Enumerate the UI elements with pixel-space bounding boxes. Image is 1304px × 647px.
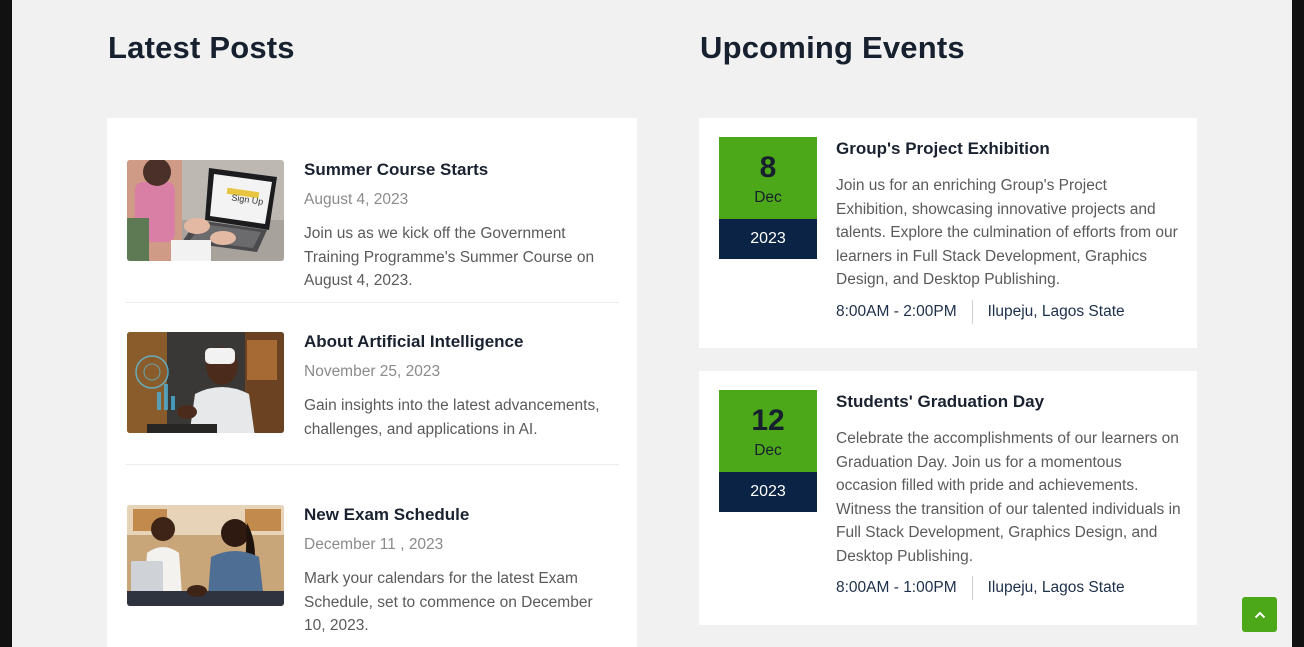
post-date: August 4, 2023 (304, 191, 409, 208)
event-time: 8:00AM - 2:00PM (836, 302, 957, 320)
post-date: November 25, 2023 (304, 363, 441, 380)
post-title[interactable]: Summer Course Starts (304, 160, 614, 180)
latest-posts-card: Sign Up Summer Course Starts August 4, 2… (107, 118, 637, 647)
post-title[interactable]: New Exam Schedule (304, 505, 614, 525)
event-day: 8 (759, 151, 777, 184)
scroll-to-top-button[interactable] (1242, 597, 1277, 632)
event-description: Join us for an enriching Group's Project… (836, 177, 1178, 288)
event-day: 12 (751, 404, 785, 437)
page: Latest Posts Upcoming Events Sign Up Sum… (12, 0, 1292, 647)
event-time: 8:00AM - 1:00PM (836, 579, 957, 596)
post-title[interactable]: About Artificial Intelligence (304, 332, 614, 352)
post-excerpt: Gain insights into the latest advancemen… (304, 397, 600, 438)
meta-separator (971, 576, 973, 600)
latest-posts-heading: Latest Posts (108, 30, 295, 65)
upcoming-events-heading: Upcoming Events (700, 30, 965, 65)
meta-separator (971, 299, 973, 324)
event-year: 2023 (719, 219, 817, 259)
event-month: Dec (754, 189, 782, 206)
post-excerpt: Join us as we kick off the Government Tr… (304, 225, 595, 289)
post-thumbnail-students[interactable] (127, 505, 284, 606)
event-card[interactable]: 8 Dec 2023 Group's Project Exhibition Jo… (699, 118, 1197, 348)
post-date: December 11 , 2023 (304, 536, 444, 553)
post-excerpt: Mark your calendars for the latest Exam … (304, 570, 593, 634)
event-location: Ilupeju, Lagos State (987, 302, 1125, 320)
post-divider (126, 464, 619, 465)
post-thumbnail-vr[interactable] (127, 332, 284, 433)
event-date-badge: 12 Dec 2023 (719, 390, 817, 512)
post-thumbnail-laptop[interactable]: Sign Up (127, 160, 284, 261)
event-date-badge: 8 Dec 2023 (719, 137, 817, 259)
event-month: Dec (754, 442, 782, 459)
chevron-up-icon (1254, 611, 1266, 619)
event-card[interactable]: 12 Dec 2023 Students' Graduation Day Cel… (699, 371, 1197, 625)
event-location: Ilupeju, Lagos State (987, 579, 1125, 596)
event-title[interactable]: Group's Project Exhibition (836, 139, 1181, 159)
event-year: 2023 (719, 472, 817, 512)
event-description: Celebrate the accomplishments of our lea… (836, 430, 1181, 565)
post-divider (126, 302, 619, 303)
event-title[interactable]: Students' Graduation Day (836, 392, 1181, 412)
